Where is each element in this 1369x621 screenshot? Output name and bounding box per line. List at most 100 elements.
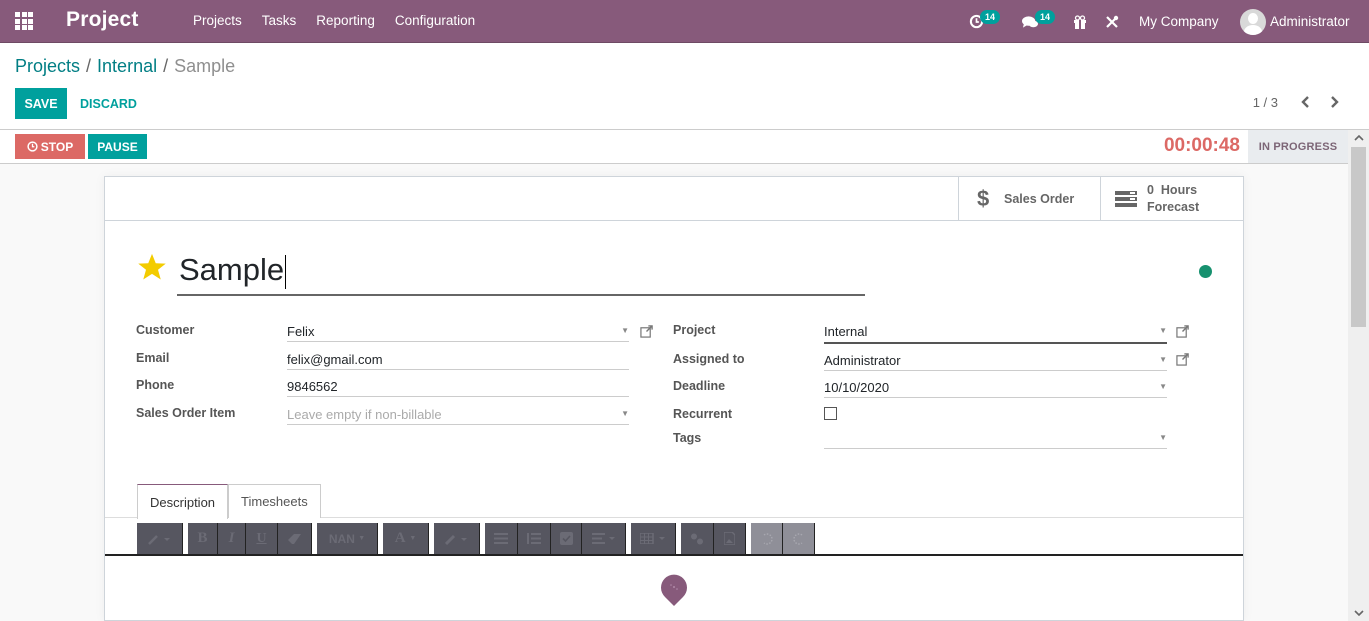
highlight-color-button[interactable]: [434, 523, 480, 554]
clock-icon: [27, 141, 38, 152]
messages-menu[interactable]: 14: [1022, 0, 1056, 43]
scroll-up-arrow-icon[interactable]: [1348, 130, 1369, 146]
dropdown-caret-icon: ▼: [1159, 326, 1167, 335]
task-title-input[interactable]: Sample: [177, 249, 865, 296]
email-field[interactable]: felix@gmail.com: [287, 348, 629, 370]
phone-label: Phone: [136, 378, 175, 392]
italic-icon: I: [228, 530, 235, 546]
company-switcher[interactable]: My Company: [1139, 0, 1219, 43]
style-button[interactable]: [137, 523, 183, 554]
recurrent-label: Recurrent: [673, 407, 733, 421]
button-box: $ Sales Order 0 Hours Forecast: [105, 177, 1243, 221]
activities-menu[interactable]: 14: [969, 0, 1001, 43]
undo-button[interactable]: [751, 523, 783, 554]
editor-toolbar: B I U NAN ▼ A ▼: [137, 523, 820, 554]
bold-button[interactable]: B: [188, 523, 218, 554]
align-left-icon: [591, 533, 615, 544]
tags-field[interactable]: ▼: [824, 427, 1167, 449]
stop-timer-button[interactable]: STOP: [15, 134, 85, 159]
paint-brush-icon: [444, 534, 467, 545]
dropdown-caret-icon: ▼: [1159, 355, 1167, 364]
chevron-left-icon: [1301, 96, 1309, 108]
pager-next-button[interactable]: [1327, 92, 1341, 112]
sales-order-button[interactable]: $ Sales Order: [958, 177, 1100, 220]
dropdown-caret-icon: ▼: [1159, 382, 1167, 391]
control-panel: Projects / Internal / Sample SAVE DISCARD 1 …: [0, 43, 1369, 130]
table-button[interactable]: [631, 523, 676, 554]
app-name: Project: [66, 8, 139, 31]
breadcrumb-internal[interactable]: Internal: [97, 56, 157, 76]
activities-badge: 14: [980, 9, 1001, 24]
star-icon[interactable]: [137, 252, 167, 282]
apps-menu-icon[interactable]: [15, 12, 33, 30]
redo-button[interactable]: [783, 523, 815, 554]
checklist-button[interactable]: [551, 523, 582, 554]
email-label: Email: [136, 351, 170, 365]
task-title-text: Sample: [179, 252, 285, 287]
external-link-icon[interactable]: [1176, 353, 1189, 366]
link-icon: [691, 533, 703, 544]
kanban-state-indicator[interactable]: [1199, 265, 1212, 278]
stage-in-progress[interactable]: IN PROGRESS: [1248, 130, 1348, 163]
customer-field[interactable]: Felix ▼: [287, 320, 629, 342]
font-size-button[interactable]: NAN ▼: [317, 523, 378, 554]
sales-order-item-field[interactable]: Leave empty if non-billable ▼: [287, 403, 629, 425]
external-link-icon[interactable]: [1176, 325, 1189, 338]
image-file-icon: [724, 532, 735, 545]
gift-button[interactable]: [1073, 0, 1087, 43]
numbered-list-button[interactable]: [518, 523, 551, 554]
menu-reporting[interactable]: Reporting: [316, 13, 375, 28]
assigned-to-field[interactable]: Administrator ▼: [824, 349, 1167, 371]
menu-tasks[interactable]: Tasks: [262, 13, 297, 28]
text-cursor: [285, 254, 287, 289]
font-size-value: NAN: [328, 531, 355, 546]
pause-timer-button[interactable]: PAUSE: [88, 134, 147, 159]
top-navbar: Project Projects Tasks Reporting Configu…: [0, 0, 1369, 43]
italic-button[interactable]: I: [218, 523, 246, 554]
clear-format-button[interactable]: [278, 523, 312, 554]
editor-drop-handle-icon[interactable]: [659, 572, 689, 608]
tab-timesheets[interactable]: Timesheets: [228, 484, 321, 518]
phone-field[interactable]: 9846562: [287, 375, 629, 397]
pager-previous-button[interactable]: [1299, 92, 1313, 112]
scroll-down-arrow-icon[interactable]: [1348, 605, 1369, 621]
bullet-list-button[interactable]: [485, 523, 518, 554]
magic-wand-icon: [147, 534, 170, 545]
underline-button[interactable]: U: [246, 523, 278, 554]
list-ul-icon: [494, 533, 508, 544]
pager-value[interactable]: 1 / 3: [1253, 95, 1278, 110]
timer-display: 00:00:48: [1163, 135, 1240, 156]
recurrent-checkbox[interactable]: [824, 407, 837, 420]
forecast-button[interactable]: 0 Hours Forecast: [1100, 177, 1243, 220]
media-button[interactable]: [714, 523, 746, 554]
assigned-to-label: Assigned to: [673, 352, 745, 366]
phone-value: 9846562: [287, 379, 338, 394]
discard-button[interactable]: DISCARD: [80, 88, 137, 119]
debug-tools-button[interactable]: [1105, 0, 1119, 43]
sales-order-item-label: Sales Order Item: [136, 406, 236, 420]
font-color-button[interactable]: A ▼: [383, 523, 429, 554]
dropdown-caret-icon: ▼: [1159, 433, 1167, 442]
dollar-icon: $: [977, 188, 989, 210]
underline-icon: U: [256, 530, 267, 546]
menu-configuration[interactable]: Configuration: [395, 13, 475, 28]
save-button[interactable]: SAVE: [15, 88, 67, 119]
paragraph-align-button[interactable]: [582, 523, 626, 554]
notebook-tabs: Description Timesheets: [137, 484, 321, 519]
project-value: Internal: [824, 324, 868, 339]
page-scrollbar[interactable]: [1348, 130, 1369, 621]
menu-projects[interactable]: Projects: [193, 13, 242, 28]
bold-icon: B: [197, 530, 208, 546]
deadline-field[interactable]: 10/10/2020 ▼: [824, 376, 1167, 398]
external-link-icon[interactable]: [640, 325, 653, 338]
table-icon: [640, 533, 665, 544]
scrollbar-thumb[interactable]: [1351, 147, 1366, 327]
tab-description[interactable]: Description: [137, 484, 229, 519]
breadcrumb-projects[interactable]: Projects: [15, 56, 80, 76]
breadcrumb-current: Sample: [174, 56, 236, 76]
chevron-right-icon: [1331, 96, 1339, 108]
project-field[interactable]: Internal ▼: [824, 320, 1167, 344]
editor-top-border: [105, 554, 1243, 556]
user-menu[interactable]: Administrator: [1240, 0, 1350, 43]
link-button[interactable]: [681, 523, 714, 554]
